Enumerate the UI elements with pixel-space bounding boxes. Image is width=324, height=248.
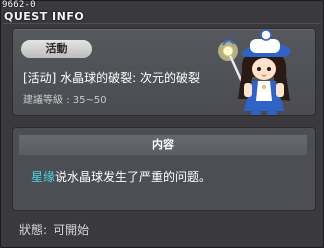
npc-name-link[interactable]: 星缘 bbox=[31, 170, 55, 184]
quest-summary-panel: 活動 [活动] 水晶球的破裂: 次元的破裂 建議等級 : 35~50 bbox=[12, 28, 316, 116]
status-value: 可開始 bbox=[53, 223, 90, 237]
quest-category-badge: 活動 bbox=[21, 40, 92, 58]
level-range: 35~50 bbox=[72, 95, 107, 106]
quest-level: 建議等級 : 35~50 bbox=[23, 91, 107, 106]
content-text: 星缘说水晶球发生了严重的问题。 bbox=[31, 168, 211, 185]
status-colon: : bbox=[43, 223, 48, 237]
window-title: QUEST INFO bbox=[4, 10, 85, 23]
quest-status: 狀態: 可開始 bbox=[19, 221, 89, 238]
level-label: 建議等級 bbox=[23, 95, 63, 106]
npc-character-portrait bbox=[218, 29, 291, 115]
quest-id: 9662-0 bbox=[2, 0, 36, 10]
quest-info-window: 9662-0 QUEST INFO 活動 [活动] 水晶球的破裂: 次元的破裂 … bbox=[0, 0, 324, 248]
content-description: 说水晶球发生了严重的问题。 bbox=[55, 170, 212, 184]
content-header: 内容 bbox=[19, 135, 307, 155]
quest-content-panel: 内容 星缘说水晶球发生了严重的问题。 bbox=[12, 127, 316, 211]
title-divider bbox=[3, 23, 321, 24]
quest-name: [活动] 水晶球的破裂: 次元的破裂 bbox=[23, 71, 201, 85]
status-label: 狀態 bbox=[19, 223, 44, 237]
